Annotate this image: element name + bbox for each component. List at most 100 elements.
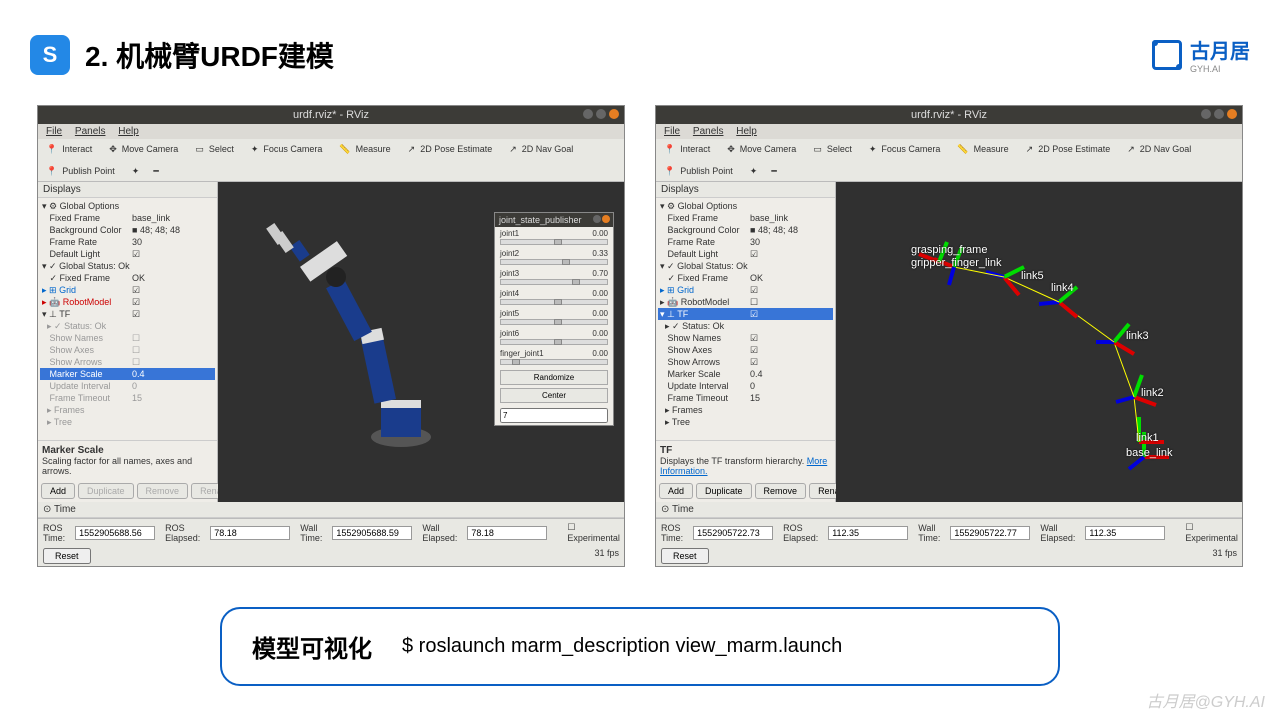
watermark: 古月居@GYH.AI bbox=[1147, 688, 1265, 712]
window-controls[interactable] bbox=[583, 109, 619, 119]
displays-buttons: Add Duplicate Remove Rename bbox=[38, 480, 217, 502]
joint-slider[interactable] bbox=[500, 359, 608, 365]
joint-slider[interactable] bbox=[500, 299, 608, 305]
tool-remove-icon[interactable]: ━ bbox=[150, 165, 161, 178]
toolbar: 📍Interact ✥Move Camera ▭Select ✦Focus Ca… bbox=[656, 139, 1242, 182]
tool-pose[interactable]: ↗2D Pose Estimate bbox=[405, 142, 499, 156]
logo-subtext: GYH.AI bbox=[1190, 64, 1250, 74]
ros-time-field[interactable] bbox=[693, 526, 773, 540]
displays-header: Displays bbox=[38, 182, 217, 198]
rviz-window-left: urdf.rviz* - RViz File Panels Help 📍Inte… bbox=[37, 105, 625, 567]
menu-help[interactable]: Help bbox=[118, 126, 139, 137]
tool-measure[interactable]: 📏Measure bbox=[954, 142, 1014, 156]
tool-nav[interactable]: ↗2D Nav Goal bbox=[506, 142, 579, 156]
menu-help[interactable]: Help bbox=[736, 126, 757, 137]
joint-name: joint2 bbox=[500, 249, 519, 258]
center-button[interactable]: Center bbox=[500, 388, 608, 403]
rviz-window-right: urdf.rviz* - RViz File Panels Help 📍Inte… bbox=[655, 105, 1243, 567]
time-panel: ROS Time: ROS Elapsed: Wall Time: Wall E… bbox=[38, 518, 624, 546]
menubar[interactable]: File Panels Help bbox=[38, 124, 624, 139]
displays-tree[interactable]: ▾ ⚙ Global Options Fixed Framebase_link … bbox=[656, 198, 835, 440]
menu-file[interactable]: File bbox=[46, 126, 62, 137]
joint-slider[interactable] bbox=[500, 279, 608, 285]
reset-button[interactable]: Reset bbox=[661, 548, 709, 564]
joint-slider[interactable] bbox=[500, 319, 608, 325]
menu-file[interactable]: File bbox=[664, 126, 680, 137]
tf-frames-render bbox=[836, 182, 1242, 502]
joint-count-input[interactable] bbox=[500, 408, 608, 423]
menubar[interactable]: File Panels Help bbox=[656, 124, 1242, 139]
ros-time-field[interactable] bbox=[75, 526, 155, 540]
experimental-checkbox[interactable]: ☐ Experimental bbox=[567, 522, 620, 543]
tf-label-link5: link5 bbox=[1021, 270, 1044, 282]
joint-name: finger_joint1 bbox=[500, 349, 544, 358]
joint-value: 0.00 bbox=[592, 349, 608, 358]
joint-slider[interactable] bbox=[500, 259, 608, 265]
wall-time-field[interactable] bbox=[332, 526, 412, 540]
ros-elapsed-field[interactable] bbox=[210, 526, 290, 540]
remove-button[interactable]: Remove bbox=[755, 483, 807, 499]
joint-value: 0.00 bbox=[592, 289, 608, 298]
fps-display: 31 fps bbox=[1212, 548, 1237, 564]
tool-focus[interactable]: ✦Focus Camera bbox=[866, 142, 947, 156]
tool-nav[interactable]: ↗2D Nav Goal bbox=[1124, 142, 1197, 156]
tf-label-link1: link1 bbox=[1136, 432, 1159, 444]
window-controls[interactable] bbox=[1201, 109, 1237, 119]
tool-move-camera[interactable]: ✥Move Camera bbox=[106, 142, 184, 156]
tool-add-icon[interactable]: ✦ bbox=[747, 165, 761, 178]
tool-focus[interactable]: ✦Focus Camera bbox=[248, 142, 329, 156]
wall-elapsed-field[interactable] bbox=[1085, 526, 1165, 540]
tf-label-base: base_link bbox=[1126, 447, 1172, 459]
joint-state-publisher-window[interactable]: joint_state_publisher joint1 0.00 joint2 0.… bbox=[494, 212, 614, 426]
description-box: Marker Scale Scaling factor for all name… bbox=[38, 440, 217, 480]
experimental-checkbox[interactable]: ☐ Experimental bbox=[1185, 522, 1238, 543]
joint-slider[interactable] bbox=[500, 239, 608, 245]
tool-add-icon[interactable]: ✦ bbox=[129, 165, 143, 178]
logo-text: 古月居 bbox=[1190, 35, 1250, 64]
tf-label-link3: link3 bbox=[1126, 330, 1149, 342]
tool-move-camera[interactable]: ✥Move Camera bbox=[724, 142, 802, 156]
tf-label-link4: link4 bbox=[1051, 282, 1074, 294]
tf-label-gripper: gripper_finger_link bbox=[911, 257, 1002, 269]
tool-select[interactable]: ▭Select bbox=[192, 142, 240, 156]
command-label: 模型可视化 bbox=[252, 629, 372, 664]
menu-panels[interactable]: Panels bbox=[693, 126, 724, 137]
tool-publish[interactable]: 📍Publish Point bbox=[661, 164, 739, 178]
reset-button[interactable]: Reset bbox=[43, 548, 91, 564]
add-button[interactable]: Add bbox=[659, 483, 693, 499]
joint-slider-row: joint50.00 bbox=[495, 307, 613, 327]
command-callout: 模型可视化 $ roslaunch marm_description view_… bbox=[220, 607, 1060, 686]
joint-slider[interactable] bbox=[500, 339, 608, 345]
tool-interact[interactable]: 📍Interact bbox=[661, 142, 716, 156]
tool-interact[interactable]: 📍Interact bbox=[43, 142, 98, 156]
joint-panel-header: joint_state_publisher bbox=[495, 213, 613, 227]
joint-value: 0.00 bbox=[592, 309, 608, 318]
randomize-button[interactable]: Randomize bbox=[500, 370, 608, 385]
duplicate-button[interactable]: Duplicate bbox=[696, 483, 752, 499]
duplicate-button: Duplicate bbox=[78, 483, 134, 499]
displays-panel: Displays ▾ ⚙ Global Options Fixed Frameb… bbox=[38, 182, 218, 502]
tf-label-link2: link2 bbox=[1141, 387, 1164, 399]
tool-pose[interactable]: ↗2D Pose Estimate bbox=[1023, 142, 1117, 156]
displays-tree[interactable]: ▾ ⚙ Global Options Fixed Framebase_link … bbox=[38, 198, 217, 440]
joint-value: 0.70 bbox=[592, 269, 608, 278]
ros-elapsed-field[interactable] bbox=[828, 526, 908, 540]
joint-name: joint6 bbox=[500, 329, 519, 338]
tf-label-grasping: grasping_frame bbox=[911, 244, 987, 256]
tool-select[interactable]: ▭Select bbox=[810, 142, 858, 156]
tool-measure[interactable]: 📏Measure bbox=[336, 142, 396, 156]
joint-name: joint1 bbox=[500, 229, 519, 238]
wall-elapsed-field[interactable] bbox=[467, 526, 547, 540]
joint-value: 0.00 bbox=[592, 329, 608, 338]
menu-panels[interactable]: Panels bbox=[75, 126, 106, 137]
3d-viewport[interactable]: joint_state_publisher joint1 0.00 joint2 0.… bbox=[218, 182, 624, 502]
wall-time-field[interactable] bbox=[950, 526, 1030, 540]
3d-viewport-tf[interactable]: grasping_frame gripper_finger_link link5… bbox=[836, 182, 1242, 502]
tool-publish[interactable]: 📍Publish Point bbox=[43, 164, 121, 178]
joint-slider-row: joint30.70 bbox=[495, 267, 613, 287]
tool-remove-icon[interactable]: ━ bbox=[768, 165, 779, 178]
window-titlebar: urdf.rviz* - RViz bbox=[38, 106, 624, 124]
window-titlebar: urdf.rviz* - RViz bbox=[656, 106, 1242, 124]
add-button[interactable]: Add bbox=[41, 483, 75, 499]
joint-slider-row: joint6 0.00 bbox=[495, 327, 613, 347]
